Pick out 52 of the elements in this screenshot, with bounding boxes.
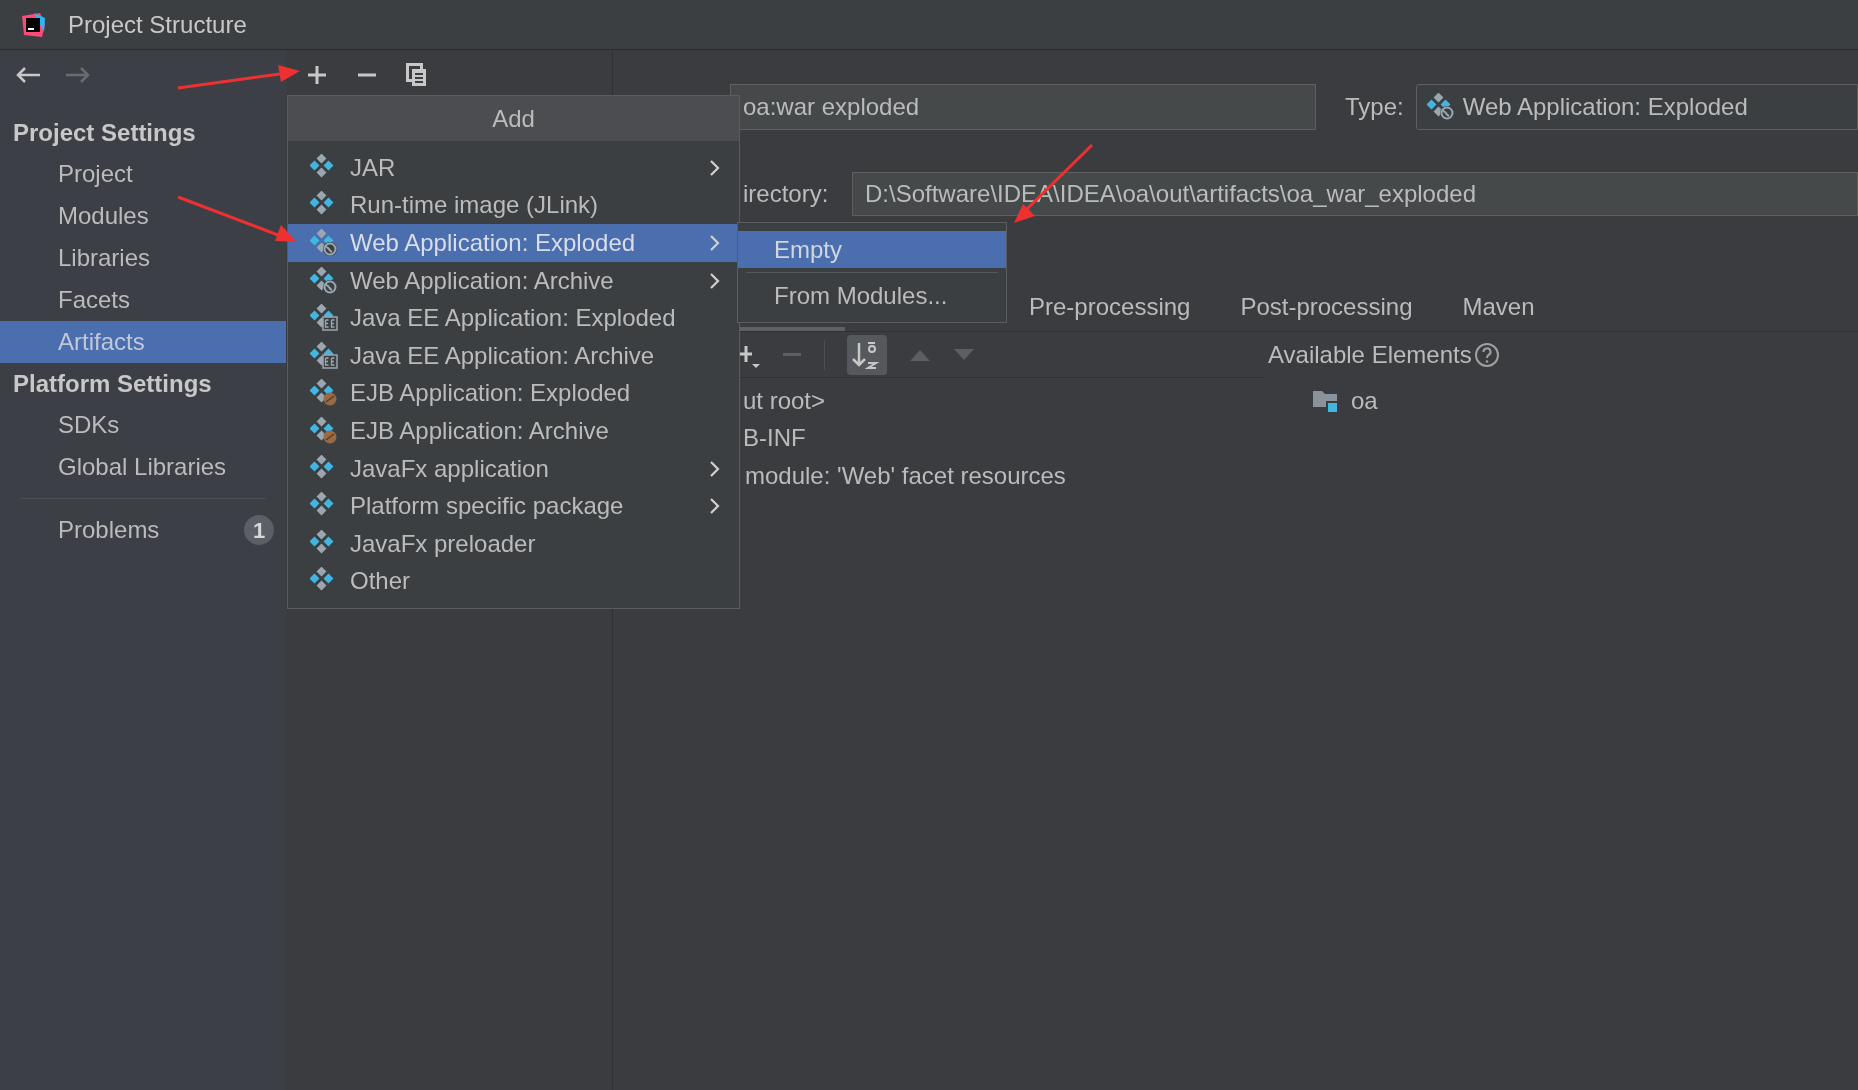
- menu-item[interactable]: From Modules...: [738, 277, 1006, 314]
- menu-item[interactable]: Java EE Application: Exploded: [288, 299, 739, 337]
- sidebar-item[interactable]: SDKs: [0, 404, 286, 446]
- menu-item[interactable]: JavaFx application: [288, 449, 739, 488]
- section-heading: Platform Settings: [12, 368, 213, 399]
- copy-icon[interactable]: [406, 63, 428, 87]
- menu-item[interactable]: JavaFx preloader: [288, 524, 739, 563]
- window-title: Project Structure: [68, 9, 247, 40]
- sidebar-item[interactable]: Project: [0, 153, 286, 195]
- sidebar-item[interactable]: Libraries: [0, 237, 286, 279]
- sidebar-item[interactable]: Global Libraries: [0, 446, 286, 488]
- tab[interactable]: Pre-processing: [1004, 282, 1216, 331]
- menu-item[interactable]: Other: [288, 562, 739, 601]
- help-icon[interactable]: [1473, 342, 1500, 368]
- menu-item[interactable]: Empty: [738, 231, 1006, 268]
- type-dropdown[interactable]: Web Application: Exploded: [1415, 84, 1858, 130]
- menu-item[interactable]: Platform specific package: [288, 487, 739, 525]
- move-down-icon: [953, 347, 975, 362]
- type-label: Type:: [1345, 92, 1404, 122]
- artifact-icon: [310, 379, 338, 408]
- menu-item[interactable]: Web Application: Exploded: [288, 224, 739, 262]
- problem-count-badge: 1: [244, 515, 274, 545]
- menu-item[interactable]: Web Application: Archive: [288, 261, 739, 300]
- app-logo-icon: [20, 11, 46, 38]
- artifact-icon: [310, 416, 338, 445]
- section-heading: Project Settings: [12, 117, 197, 148]
- tab[interactable]: Post-processing: [1215, 282, 1438, 331]
- artifact-icon: [310, 266, 338, 295]
- sort-button[interactable]: [847, 334, 887, 375]
- tab[interactable]: Maven: [1437, 282, 1560, 331]
- remove-icon: [782, 353, 802, 356]
- artifact-icon: [1426, 93, 1455, 121]
- sidebar-item[interactable]: Facets: [0, 279, 286, 321]
- directory-label: irectory:: [743, 179, 830, 209]
- module-folder-icon: [1313, 388, 1339, 413]
- menu-item[interactable]: Java EE Application: Archive: [288, 336, 739, 375]
- tree-item[interactable]: oa: [1313, 382, 1858, 420]
- menu-title: Add: [492, 103, 535, 134]
- add-icon[interactable]: [306, 64, 328, 86]
- menu-item[interactable]: EJB Application: Exploded: [288, 374, 739, 413]
- menu-item[interactable]: Run-time image (JLink): [288, 186, 739, 225]
- menu-item[interactable]: EJB Application: Archive: [288, 412, 739, 450]
- back-arrow-icon[interactable]: [14, 65, 42, 85]
- artifact-icon: [310, 304, 338, 333]
- sidebar-item[interactable]: Problems: [58, 512, 160, 548]
- sidebar-item[interactable]: Modules: [0, 195, 286, 237]
- sidebar-item[interactable]: Artifacts: [0, 321, 286, 363]
- artifact-icon: [310, 229, 338, 257]
- name-field[interactable]: oa:war exploded: [730, 84, 1316, 130]
- artifact-icon: [310, 341, 338, 370]
- menu-item[interactable]: JAR: [288, 149, 739, 187]
- panel-heading: Available Elements: [1268, 340, 1472, 370]
